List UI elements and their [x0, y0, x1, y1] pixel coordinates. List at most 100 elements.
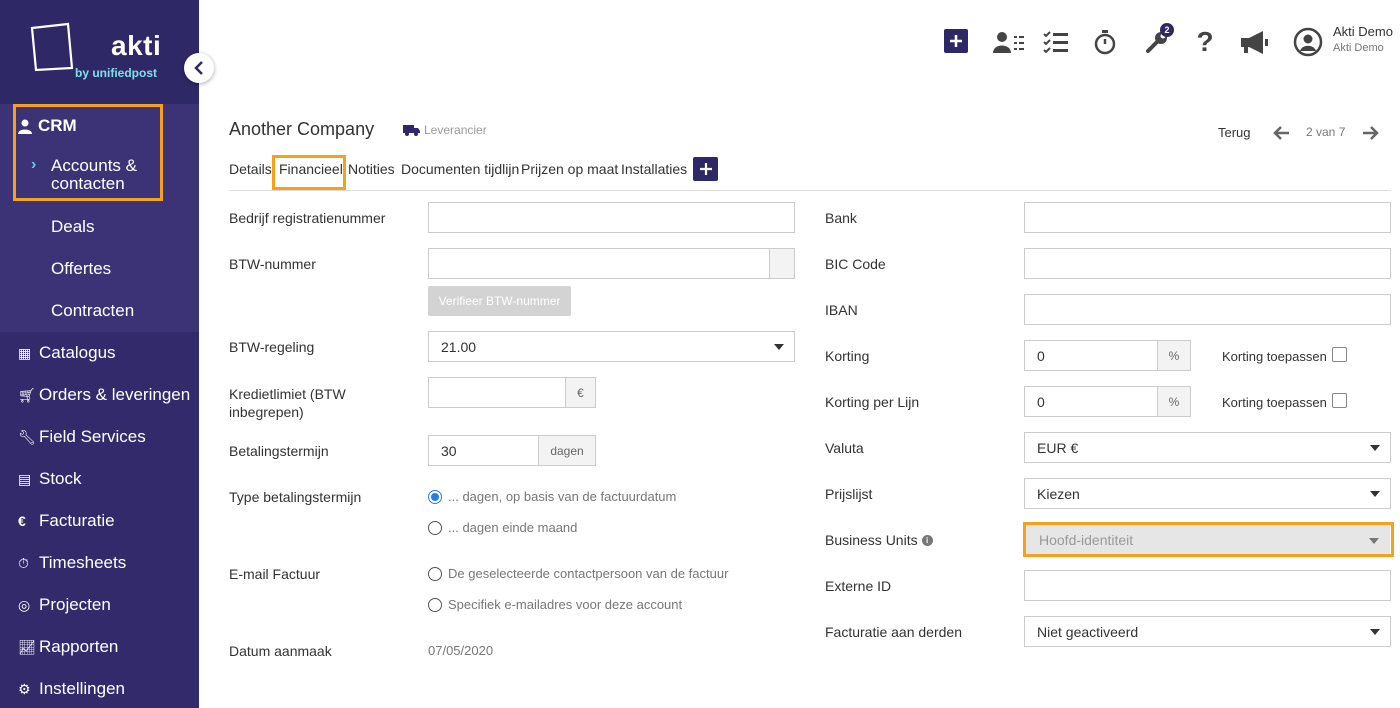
pricelist-select[interactable]: Kiezen: [1024, 478, 1391, 509]
user-name[interactable]: Akti Demo: [1333, 24, 1393, 39]
sidebar-item-instellingen[interactable]: ⚙︎ Instellingen: [18, 679, 125, 699]
term-type-invoice-date-radio[interactable]: [428, 490, 442, 504]
sidebar-item-label: Orders & leveringen: [39, 385, 191, 404]
stopwatch-icon: [1094, 29, 1116, 54]
registration-number-input[interactable]: [428, 202, 795, 233]
previous-record-button[interactable]: [1273, 124, 1291, 142]
timer-button[interactable]: [1092, 28, 1118, 56]
help-button[interactable]: ?: [1193, 26, 1217, 57]
discount-label: Korting: [825, 348, 870, 364]
currency-select[interactable]: EUR €: [1024, 432, 1391, 463]
pricelist-value: Kiezen: [1037, 485, 1080, 502]
vat-regime-select[interactable]: 21.00: [428, 331, 795, 362]
sidebar-item-catalogus[interactable]: ▦ Catalogus: [18, 343, 116, 363]
contacts-list-icon: [993, 32, 1024, 53]
sidebar-item-orders[interactable]: 🛒︎ Orders & leveringen: [18, 385, 190, 405]
business-units-label: Business Units: [825, 532, 918, 548]
sidebar-item-label: Rapporten: [39, 637, 119, 656]
sidebar-item-stock[interactable]: ▤ Stock: [18, 469, 82, 489]
pricelist-label: Prijslijst: [825, 486, 873, 502]
tasks-button[interactable]: [1042, 28, 1070, 56]
credit-limit-unit: €: [565, 377, 596, 408]
registration-number-label: Bedrijf registratienummer: [229, 210, 386, 226]
sidebar-item-rapporten[interactable]: 📈︎ Rapporten: [18, 637, 118, 657]
sidebar-item-label: Catalogus: [39, 343, 116, 362]
sidebar-item-label: Facturatie: [39, 511, 115, 530]
sidebar-item-deals[interactable]: Deals: [51, 217, 94, 237]
iban-input[interactable]: [1024, 294, 1391, 325]
email-specific-label: Specifiek e-mailadres voor deze account: [448, 597, 683, 612]
credit-limit-input[interactable]: [428, 377, 566, 408]
bank-input[interactable]: [1024, 202, 1391, 233]
info-icon[interactable]: i: [921, 534, 933, 546]
email-contact-radio[interactable]: [428, 567, 442, 581]
sidebar-item-label: Timesheets: [39, 553, 127, 572]
discount-input[interactable]: 0: [1024, 340, 1158, 371]
external-id-input[interactable]: [1024, 570, 1391, 601]
notification-badge: 2: [1160, 23, 1174, 37]
user-circle-icon: [1293, 27, 1323, 57]
user-company: Akti Demo: [1333, 42, 1384, 54]
line-discount-input[interactable]: 0: [1024, 386, 1158, 417]
tools-button[interactable]: 2: [1140, 23, 1174, 56]
sidebar-item-field-services[interactable]: 🔧︎ Field Services: [18, 427, 146, 447]
sidebar-item-offertes[interactable]: Offertes: [51, 259, 111, 279]
boxes-icon: ▤: [18, 470, 32, 487]
sidebar-item-contracten[interactable]: Contracten: [51, 301, 134, 321]
email-specific-radio[interactable]: [428, 598, 442, 612]
sidebar-item-facturatie[interactable]: € Facturatie: [18, 511, 115, 531]
sidebar-item-label: Projecten: [39, 595, 111, 614]
email-contact-label: De geselecteerde contactpersoon van de f…: [448, 566, 729, 581]
arrow-right-icon: [1363, 126, 1379, 140]
tab-notities[interactable]: Notities: [348, 161, 395, 177]
megaphone-icon: [1241, 31, 1268, 54]
collapse-sidebar-button[interactable]: [184, 53, 214, 83]
vat-number-input[interactable]: [428, 248, 770, 279]
business-units-label-group: Business Units i: [825, 532, 933, 548]
apply-line-discount-label: Korting toepassen: [1222, 395, 1327, 410]
verify-vat-button[interactable]: Verifieer BTW-nummer: [428, 286, 571, 316]
apply-line-discount-checkbox[interactable]: [1332, 393, 1347, 408]
sidebar-item-timesheets[interactable]: ⏱︎ Timesheets: [18, 553, 126, 573]
term-type-end-of-month-radio[interactable]: [428, 521, 442, 535]
chart-icon: 📈︎: [18, 638, 36, 655]
gear-icon: ⚙︎: [18, 680, 31, 697]
highlight-frame: [1023, 522, 1394, 557]
next-record-button[interactable]: [1361, 124, 1379, 142]
bank-label: Bank: [825, 210, 857, 226]
bic-input[interactable]: [1024, 248, 1391, 279]
contacts-list-button[interactable]: [992, 28, 1026, 56]
tab-prijzen-op-maat[interactable]: Prijzen op maat: [521, 161, 618, 177]
payment-term-input[interactable]: 30: [428, 435, 539, 466]
announcements-button[interactable]: [1238, 28, 1270, 56]
caret-down-icon: [1370, 629, 1380, 635]
tab-installaties[interactable]: Installaties: [621, 161, 687, 177]
caret-down-icon: [774, 344, 784, 350]
payment-term-label: Betalingstermijn: [229, 443, 329, 459]
highlight-frame: [272, 155, 346, 190]
arrow-left-icon: [1273, 126, 1289, 140]
add-button[interactable]: [944, 29, 968, 53]
brand-tagline: by unifiedpost: [75, 66, 157, 80]
sidebar: akti by unifiedpost CRM › Accounts & con…: [0, 0, 199, 708]
currency-label: Valuta: [825, 440, 864, 456]
tab-details[interactable]: Details: [229, 161, 272, 177]
apply-discount-checkbox[interactable]: [1332, 347, 1347, 362]
highlight-frame: [13, 104, 163, 201]
back-link[interactable]: Terug: [1218, 125, 1251, 140]
tab-documenten-tijdlijn[interactable]: Documenten tijdlijn: [401, 161, 519, 177]
question-icon: ?: [1196, 26, 1214, 57]
caret-down-icon: [1370, 491, 1380, 497]
credit-limit-label-line1: Kredietlimiet (BTW: [229, 386, 346, 402]
add-tab-button[interactable]: [693, 157, 718, 181]
user-avatar[interactable]: [1292, 27, 1324, 57]
plus-icon: [950, 35, 962, 47]
created-date-value: 07/05/2020: [428, 643, 494, 658]
euro-icon: €: [18, 513, 26, 529]
plus-icon: [699, 163, 712, 175]
sidebar-item-projecten[interactable]: ◎ Projecten: [18, 595, 111, 615]
vat-regime-value: 21.00: [441, 338, 477, 355]
account-type: Leverancier: [403, 123, 487, 137]
third-party-billing-select[interactable]: Niet geactiveerd: [1024, 616, 1391, 647]
truck-icon: [403, 125, 420, 136]
